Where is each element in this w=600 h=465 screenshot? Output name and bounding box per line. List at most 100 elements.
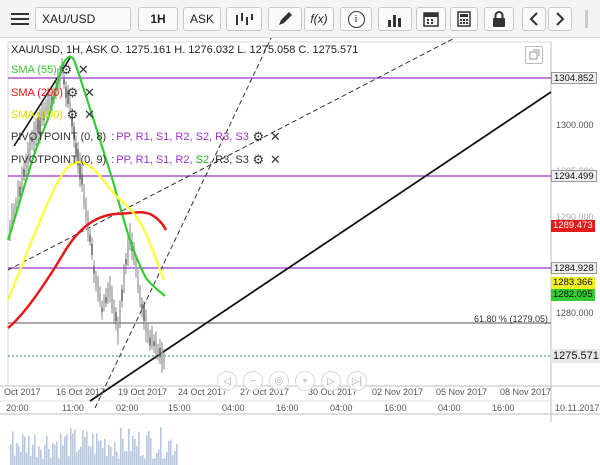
candle-body — [85, 201, 87, 218]
candle-body — [151, 330, 153, 345]
price-type-selector[interactable]: ASK — [183, 7, 221, 31]
time-label: 04:00 — [222, 403, 245, 413]
volume-bar — [150, 438, 152, 465]
volume-bar — [54, 444, 56, 465]
volume-bar — [108, 444, 110, 465]
lock-icon — [493, 11, 505, 27]
candle-body — [107, 287, 109, 296]
volume-bar — [110, 446, 112, 465]
price-tag-sma-55: 1282.095 — [551, 289, 595, 301]
zoom-reset-button[interactable]: ◎ — [269, 371, 289, 391]
time-label: 20:00 — [6, 403, 29, 413]
volume-bar — [56, 441, 58, 465]
candle-body — [97, 280, 99, 297]
nav-first-button[interactable]: ◁ — [217, 371, 237, 391]
volume-bar — [82, 430, 84, 465]
candle-body — [89, 234, 91, 242]
volume-bar — [140, 455, 142, 465]
zoom-in-button[interactable]: + — [295, 371, 315, 391]
close-icon[interactable]: ✕ — [268, 153, 283, 167]
volume-bar — [72, 433, 74, 465]
fx-icon: f(x) — [310, 12, 328, 26]
time-label: 16:00 — [492, 403, 515, 413]
nav-next-button[interactable]: ▷ — [321, 371, 341, 391]
volume-bar — [86, 431, 88, 465]
symbol-label: XAU/USD — [42, 12, 96, 26]
candle-body — [99, 293, 101, 301]
chart-type-button[interactable] — [226, 7, 262, 31]
volume-bar — [80, 446, 82, 465]
gear-icon[interactable]: ⚙ — [65, 108, 80, 122]
scroll-left-button[interactable] — [522, 7, 546, 31]
maximize-button[interactable] — [525, 46, 543, 64]
gear-icon[interactable]: ⚙ — [251, 153, 266, 167]
volume-bar — [126, 451, 128, 465]
volume-bar — [118, 458, 120, 465]
symbol-selector[interactable]: XAU/USD — [35, 7, 131, 31]
candle-body — [111, 291, 113, 310]
volume-bar — [170, 439, 172, 465]
volume-bar — [58, 458, 60, 465]
menu-icon[interactable] — [6, 7, 33, 31]
drawing-tools-button[interactable] — [268, 7, 302, 31]
price-axis-label: 1300.000 — [556, 120, 594, 130]
time-label: 04:00 — [330, 403, 353, 413]
date-label: Oct 2017 — [4, 387, 41, 397]
volume-bar — [46, 435, 48, 465]
close-icon[interactable]: ✕ — [76, 63, 91, 77]
close-icon[interactable]: ✕ — [82, 108, 97, 122]
time-label: 11:00 — [62, 403, 84, 413]
chart-area[interactable]: XAU/USD, 1H, ASK O. 1275.161 H. 1276.032… — [0, 38, 600, 465]
price-chart[interactable] — [0, 38, 600, 465]
pivot-item-pp: PP, — [116, 131, 133, 143]
volume-button[interactable] — [378, 7, 412, 31]
candle-body — [101, 307, 103, 313]
volume-bar — [44, 444, 46, 465]
volume-bar — [116, 451, 118, 465]
timeframe-selector[interactable]: 1H — [138, 7, 178, 31]
date-label: 02 Nov 2017 — [372, 387, 424, 397]
gear-icon[interactable]: ⚙ — [59, 63, 74, 77]
volume-bar — [96, 433, 98, 465]
calculator-button[interactable] — [450, 7, 478, 31]
gear-icon[interactable]: ⚙ — [251, 130, 266, 144]
candle-body — [103, 299, 105, 305]
close-icon[interactable]: ✕ — [268, 130, 283, 144]
calculator-icon — [457, 11, 471, 27]
volume-bar — [120, 427, 122, 465]
volume-bar — [70, 428, 72, 465]
indicators-button[interactable]: f(x) — [304, 7, 334, 31]
price-tag-pivot-r: 1304.852 — [551, 72, 597, 84]
toolbar-more-button[interactable] — [576, 7, 596, 31]
gear-icon[interactable]: ⚙ — [65, 86, 80, 100]
candle-body — [105, 296, 107, 303]
nav-last-button[interactable]: ▷| — [347, 371, 367, 391]
volume-bar — [34, 434, 36, 465]
timeframe-label: 1H — [150, 12, 166, 26]
volume-bar — [42, 458, 44, 465]
pivot-item-s2: S2, — [192, 154, 213, 166]
lock-button[interactable] — [484, 7, 514, 31]
volume-bar — [78, 449, 80, 465]
close-icon[interactable]: ✕ — [82, 86, 97, 100]
volume-bar — [90, 446, 92, 465]
volume-bar — [144, 458, 146, 465]
candle-body — [143, 304, 145, 321]
date-label: 16 Oct 2017 — [56, 387, 106, 397]
volume-bar — [40, 449, 42, 465]
volume-bar — [52, 443, 54, 465]
price-tag-pivot-pp: 1284.928 — [551, 262, 597, 274]
scroll-right-button[interactable] — [548, 7, 572, 31]
price-axis-label: 1280.000 — [556, 308, 594, 318]
info-button[interactable]: i — [340, 7, 372, 31]
calendar-button[interactable] — [416, 7, 446, 31]
candlestick-series — [9, 58, 165, 374]
candle-body — [141, 303, 143, 310]
zoom-out-button[interactable]: − — [243, 371, 263, 391]
volume-bar — [88, 445, 90, 465]
candle-body — [149, 337, 151, 346]
volume-bar — [160, 427, 162, 465]
candle-body — [135, 261, 137, 271]
candle-body — [161, 348, 163, 365]
volume-bar — [128, 428, 130, 465]
